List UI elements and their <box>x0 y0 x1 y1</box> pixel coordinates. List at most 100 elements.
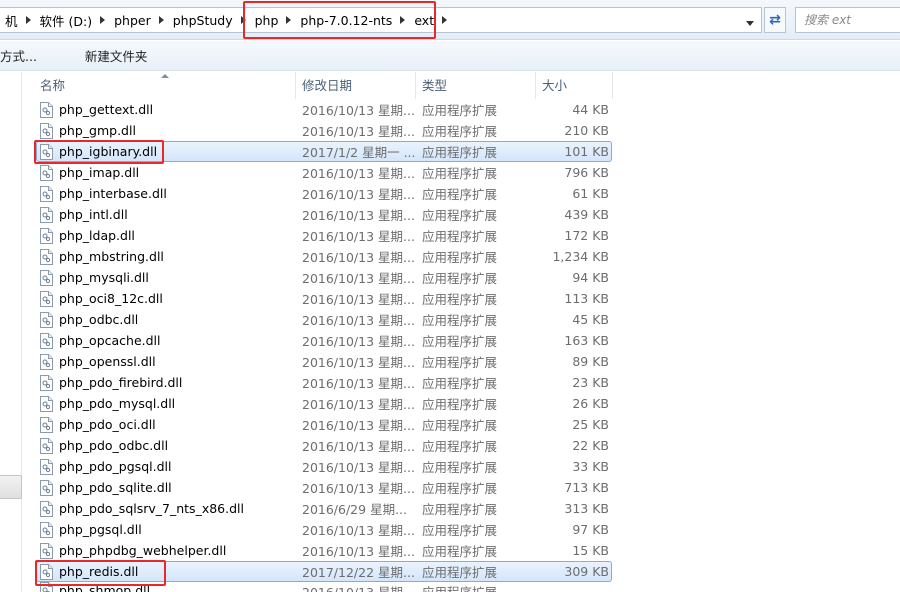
dll-file-icon <box>40 500 53 517</box>
dll-file-icon <box>40 416 53 433</box>
breadcrumb-ext[interactable]: ext <box>409 13 439 28</box>
file-row[interactable]: php_pdo_odbc.dll 2016/10/13 星期... 应用程序扩展… <box>23 435 900 456</box>
dll-file-icon <box>40 332 53 349</box>
breadcrumb-phper[interactable]: phper <box>109 13 156 28</box>
file-row[interactable]: php_mbstring.dll 2016/10/13 星期... 应用程序扩展… <box>23 246 900 267</box>
search-box[interactable] <box>795 7 900 33</box>
file-size: 309 KB <box>564 564 609 579</box>
file-row[interactable]: php_intl.dll 2016/10/13 星期... 应用程序扩展 439… <box>23 204 900 225</box>
column-type-header[interactable]: 类型 <box>416 72 536 99</box>
file-name: php_pdo_firebird.dll <box>59 375 183 390</box>
dll-file-icon <box>40 542 53 559</box>
file-type: 应用程序扩展 <box>422 208 498 223</box>
file-type: 应用程序扩展 <box>422 376 498 391</box>
dll-file-icon <box>40 227 53 244</box>
file-name: php_odbc.dll <box>59 312 139 327</box>
file-date: 2016/10/13 星期... <box>302 481 415 496</box>
nav-pane-scrollbar[interactable] <box>0 475 22 499</box>
file-row[interactable]: php_pgsql.dll 2016/10/13 星期... 应用程序扩展 97… <box>23 519 900 540</box>
search-input[interactable] <box>796 8 900 32</box>
file-name: php_openssl.dll <box>59 354 156 369</box>
file-row[interactable]: php_pdo_oci.dll 2016/10/13 星期... 应用程序扩展 … <box>23 414 900 435</box>
toolbar-share-button[interactable]: 方式... <box>0 46 43 65</box>
file-row[interactable]: php_openssl.dll 2016/10/13 星期... 应用程序扩展 … <box>23 351 900 372</box>
column-name-header[interactable]: 名称 <box>23 72 296 99</box>
address-bar[interactable]: 机 软件 (D:) phper phpStudy php php-7.0.12-… <box>0 7 762 33</box>
file-row[interactable]: php_pdo_pgsql.dll 2016/10/13 星期... 应用程序扩… <box>23 456 900 477</box>
new-folder-button[interactable]: 新建文件夹 <box>79 46 154 65</box>
dll-file-icon <box>40 582 53 592</box>
breadcrumb-arrow-icon[interactable] <box>25 16 31 24</box>
file-name: php_mysqli.dll <box>59 270 149 285</box>
breadcrumb: 机 软件 (D:) phper phpStudy php php-7.0.12-… <box>0 8 451 32</box>
file-row[interactable]: php_mysqli.dll 2016/10/13 星期... 应用程序扩展 9… <box>23 267 900 288</box>
file-row[interactable]: php_imap.dll 2016/10/13 星期... 应用程序扩展 796… <box>23 162 900 183</box>
breadcrumb-drive-d[interactable]: 软件 (D:) <box>35 11 98 30</box>
file-name-cell: php_opcache.dll <box>23 332 296 349</box>
file-row[interactable]: php_opcache.dll 2016/10/13 星期... 应用程序扩展 … <box>23 330 900 351</box>
file-name: php_pdo_sqlite.dll <box>59 480 172 495</box>
file-name-cell: php_shmop.dll <box>23 582 296 592</box>
file-name: php_opcache.dll <box>59 333 161 348</box>
chevron-down-icon[interactable] <box>746 21 754 26</box>
file-type: 应用程序扩展 <box>422 439 498 454</box>
file-row[interactable]: php_ldap.dll 2016/10/13 星期... 应用程序扩展 172… <box>23 225 900 246</box>
file-name-cell: php_interbase.dll <box>23 185 296 202</box>
file-name-cell: php_pdo_mysql.dll <box>23 395 296 412</box>
file-type: 应用程序扩展 <box>422 103 498 118</box>
column-size-header[interactable]: 大小 <box>536 72 613 99</box>
refresh-button[interactable]: ⇄ <box>764 7 786 33</box>
breadcrumb-arrow-icon[interactable] <box>400 16 406 24</box>
breadcrumb-arrow-icon[interactable] <box>286 16 292 24</box>
file-row[interactable]: php_igbinary.dll 2017/1/2 星期一 ... 应用程序扩展… <box>23 141 900 162</box>
file-size: 313 KB <box>564 501 609 516</box>
breadcrumb-php-version[interactable]: php-7.0.12-nts <box>295 13 397 28</box>
breadcrumb-phpstudy[interactable]: phpStudy <box>168 13 238 28</box>
dll-file-icon <box>40 374 53 391</box>
file-row[interactable]: php_gettext.dll 2016/10/13 星期... 应用程序扩展 … <box>23 99 900 120</box>
file-size: 25 KB <box>572 417 609 432</box>
breadcrumb-arrow-icon[interactable] <box>100 16 106 24</box>
file-type: 应用程序扩展 <box>422 229 498 244</box>
dll-file-icon <box>40 437 53 454</box>
breadcrumb-arrow-icon[interactable] <box>158 16 164 24</box>
file-row[interactable]: php_gmp.dll 2016/10/13 星期... 应用程序扩展 210 … <box>23 120 900 141</box>
file-type: 应用程序扩展 <box>422 250 498 265</box>
breadcrumb-arrow-icon[interactable] <box>442 16 448 24</box>
file-name-cell: php_oci8_12c.dll <box>23 290 296 307</box>
file-name: php_mbstring.dll <box>59 249 164 264</box>
file-row[interactable]: php_shmop.dll 2016/10/13 星期... 应用程序扩展 <box>23 582 900 592</box>
dll-file-icon <box>40 395 53 412</box>
file-row[interactable]: php_pdo_firebird.dll 2016/10/13 星期... 应用… <box>23 372 900 393</box>
file-size: 22 KB <box>572 438 609 453</box>
file-name-cell: php_pdo_firebird.dll <box>23 374 296 391</box>
breadcrumb-computer[interactable]: 机 <box>0 11 23 30</box>
dll-file-icon <box>40 206 53 223</box>
file-row[interactable]: php_pdo_sqlite.dll 2016/10/13 星期... 应用程序… <box>23 477 900 498</box>
dll-file-icon <box>40 185 53 202</box>
file-size: 33 KB <box>572 459 609 474</box>
column-date-header[interactable]: 修改日期 <box>296 72 416 99</box>
file-date: 2016/10/13 星期... <box>302 439 415 454</box>
breadcrumb-php[interactable]: php <box>250 13 284 28</box>
file-list[interactable]: 名称 修改日期 类型 大小 php_gettext.dll 2016/10/13… <box>23 72 900 592</box>
file-date: 2016/10/13 星期... <box>302 187 415 202</box>
file-date: 2016/10/13 星期... <box>302 208 415 223</box>
file-name: php_imap.dll <box>59 165 140 180</box>
file-row[interactable]: php_pdo_mysql.dll 2016/10/13 星期... 应用程序扩… <box>23 393 900 414</box>
file-date: 2016/10/13 星期... <box>302 271 415 286</box>
file-row[interactable]: php_odbc.dll 2016/10/13 星期... 应用程序扩展 45 … <box>23 309 900 330</box>
file-date: 2016/10/13 星期... <box>302 229 415 244</box>
file-size: 1,234 KB <box>552 249 609 264</box>
dll-file-icon <box>40 458 53 475</box>
file-row[interactable]: php_oci8_12c.dll 2016/10/13 星期... 应用程序扩展… <box>23 288 900 309</box>
file-size: 97 KB <box>572 522 609 537</box>
file-type: 应用程序扩展 <box>422 502 498 517</box>
file-row[interactable]: php_interbase.dll 2016/10/13 星期... 应用程序扩… <box>23 183 900 204</box>
file-row[interactable]: php_pdo_sqlsrv_7_nts_x86.dll 2016/6/29 星… <box>23 498 900 519</box>
file-row[interactable]: php_redis.dll 2017/12/22 星期... 应用程序扩展 30… <box>23 561 900 582</box>
dll-file-icon <box>40 563 53 580</box>
navigation-pane[interactable] <box>0 72 22 592</box>
file-row[interactable]: php_phpdbg_webhelper.dll 2016/10/13 星期..… <box>23 540 900 561</box>
breadcrumb-arrow-icon[interactable] <box>240 16 246 24</box>
